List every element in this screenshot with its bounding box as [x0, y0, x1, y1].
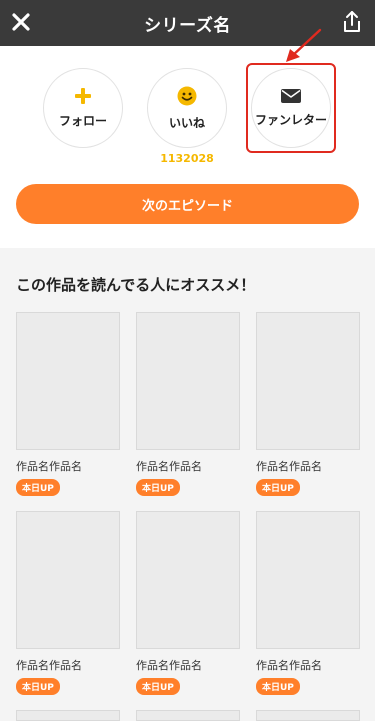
follow-label: フォロー [58, 113, 107, 128]
like-button[interactable]: いいね [147, 68, 227, 148]
card-thumbnail [136, 312, 240, 450]
update-badge: 本日UP [136, 479, 180, 496]
fan-letter-button[interactable]: ファンレター [251, 68, 331, 148]
card-thumbnail [256, 511, 360, 649]
action-panel: フォロー いいね 1132028 ファンレター 次のエピソード [0, 28, 375, 248]
next-episode-button[interactable]: 次のエピソード [16, 184, 359, 224]
fan-letter-label: ファンレター [254, 112, 327, 127]
update-badge: 本日UP [256, 678, 300, 695]
card-thumbnail [136, 710, 240, 721]
page-title: シリーズ名 [144, 15, 231, 36]
recommend-title: この作品を読んでる人にオススメ！ [16, 276, 256, 294]
card-title: 作品名作品名 [16, 460, 82, 473]
share-icon[interactable] [341, 10, 363, 34]
card-title: 作品名作品名 [16, 659, 82, 672]
close-icon[interactable] [10, 11, 32, 33]
recommend-card[interactable]: 作品名作品名 本日UP [256, 511, 360, 695]
card-title: 作品名作品名 [136, 460, 202, 473]
update-badge: 本日UP [16, 479, 60, 496]
like-label: いいね [168, 115, 205, 130]
card-thumbnail [256, 312, 360, 450]
card-title: 作品名作品名 [136, 659, 202, 672]
top-bar: シリーズ名 [0, 0, 375, 46]
recommend-card[interactable]: 作品名作品名 本日UP [16, 511, 120, 695]
card-thumbnail [16, 511, 120, 649]
plus-icon [75, 87, 91, 104]
follow-button[interactable]: フォロー [43, 68, 123, 148]
update-badge: 本日UP [136, 678, 180, 695]
recommend-card[interactable]: 作品名作品名 本日UP [256, 312, 360, 496]
recommend-card[interactable]: 作品名作品名 本日UP [136, 312, 240, 496]
recommend-card[interactable]: 作品名作品名 本日UP [136, 511, 240, 695]
update-badge: 本日UP [16, 678, 60, 695]
card-thumbnail [136, 511, 240, 649]
recommend-card[interactable] [136, 710, 240, 721]
smiley-icon [177, 86, 197, 105]
card-title: 作品名作品名 [256, 460, 322, 473]
card-thumbnail [256, 710, 360, 721]
envelope-icon [281, 88, 301, 103]
card-thumbnail [16, 710, 120, 721]
update-badge: 本日UP [256, 479, 300, 496]
like-count: 1132028 [160, 152, 214, 165]
recommend-card[interactable]: 作品名作品名 本日UP [16, 312, 120, 496]
card-title: 作品名作品名 [256, 659, 322, 672]
recommend-card[interactable] [256, 710, 360, 721]
card-thumbnail [16, 312, 120, 450]
recommend-card[interactable] [16, 710, 120, 721]
